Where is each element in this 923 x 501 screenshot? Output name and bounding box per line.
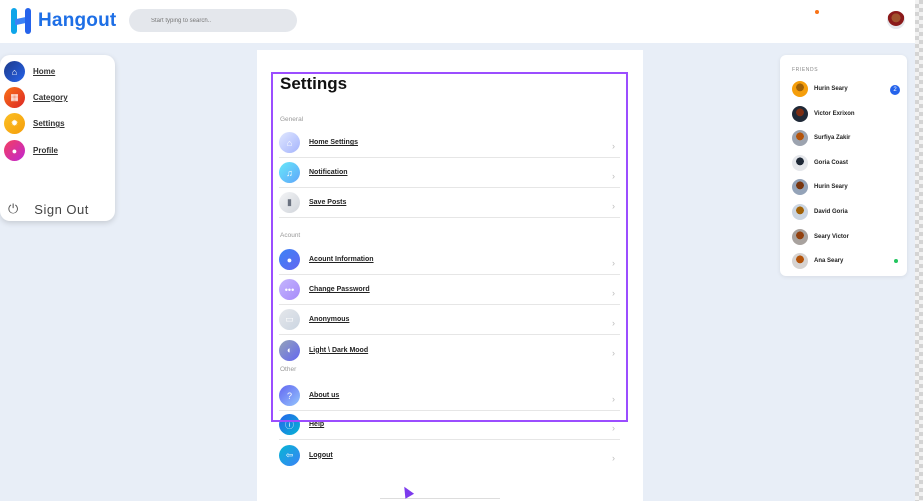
row-label: Help	[309, 421, 325, 428]
row-label: Notification	[309, 169, 348, 176]
nav-item-label: Category	[33, 93, 68, 102]
section-label-general: General	[280, 116, 304, 123]
friends-title: FRIENDS	[792, 67, 819, 73]
settings-card: Settings General ⌂ Home Settings › ♫ Not…	[257, 50, 643, 501]
page-title: Settings	[280, 74, 348, 93]
online-status-dot	[894, 259, 898, 263]
nav-item-label: Home	[33, 67, 56, 76]
chevron-right-icon: ›	[612, 171, 615, 181]
settings-row-home-settings[interactable]: ⌂ Home Settings ›	[279, 128, 620, 158]
question-icon: ?	[279, 385, 300, 406]
home-icon: ⌂	[279, 132, 300, 153]
grid-icon: ▦	[4, 87, 25, 108]
chevron-right-icon: ›	[612, 258, 615, 268]
settings-row-about-us[interactable]: ? About us ›	[279, 381, 620, 411]
nav-item-profile[interactable]: ● Profile	[4, 140, 58, 161]
home-icon: ⌂	[4, 61, 25, 82]
friend-item[interactable]: Seary Victor	[792, 229, 900, 245]
gear-icon: ✹	[4, 113, 25, 134]
friend-item[interactable]: Ana Seary	[792, 253, 900, 269]
settings-row-anonymous[interactable]: ▭ Anonymous ›	[279, 305, 620, 335]
nav-item-label: Profile	[33, 146, 58, 155]
avatar	[792, 204, 808, 220]
settings-row-change-password[interactable]: ••• Change Password ›	[279, 275, 620, 305]
section-label-account: Acount	[280, 232, 301, 239]
friend-item[interactable]: David Goria	[792, 204, 900, 220]
avatar	[792, 253, 808, 269]
power-icon: ⏻	[8, 201, 19, 216]
settings-row-light-dark-mood[interactable]: ◐ Light \ Dark Mood ›	[279, 335, 620, 365]
user-icon: ●	[4, 140, 25, 161]
row-label: Acount Information	[309, 256, 374, 263]
transparent-edge	[915, 0, 923, 501]
row-label: Light \ Dark Mood	[309, 346, 369, 354]
nav-item-label: Settings	[33, 119, 65, 128]
settings-row-account-information[interactable]: ● Acount Information ›	[279, 245, 620, 275]
search-input[interactable]	[129, 9, 297, 32]
chevron-right-icon: ›	[612, 318, 615, 328]
settings-row-notification[interactable]: ♫ Notification ›	[279, 158, 620, 188]
nav-item-category[interactable]: ▦ Category	[4, 87, 68, 108]
friend-name: Hurin Seary	[814, 86, 848, 92]
friend-name: Hurin Seary	[814, 184, 848, 190]
app-logo[interactable]: Hangout	[10, 8, 116, 34]
chevron-right-icon: ›	[612, 141, 615, 151]
mask-icon: ▭	[279, 309, 300, 330]
settings-row-save-posts[interactable]: ▮ Save Posts ›	[279, 188, 620, 218]
settings-row-logout[interactable]: ⇦ Logout ›	[279, 440, 620, 470]
avatar	[792, 179, 808, 195]
settings-row-help[interactable]: ⓘ Help ›	[279, 410, 620, 440]
left-nav: ⌂ Home ▦ Category ✹ Settings ● Profile ⏻…	[0, 55, 115, 221]
nav-item-settings[interactable]: ✹ Settings	[4, 113, 65, 134]
chevron-right-icon: ›	[612, 394, 615, 404]
friend-item[interactable]: Hurin Seary	[792, 179, 900, 195]
row-label: About us	[309, 392, 340, 399]
user-avatar[interactable]	[887, 11, 905, 29]
friend-name: Surfiya Zakir	[814, 135, 851, 141]
avatar	[792, 81, 808, 97]
row-label: Home Settings	[309, 139, 359, 146]
user-icon: ●	[279, 249, 300, 270]
bookmark-icon: ▮	[279, 192, 300, 213]
friend-item[interactable]: Victor Exrixon	[792, 106, 900, 122]
friend-item[interactable]: Hurin Seary 2	[792, 81, 900, 97]
friend-name: Ana Seary	[814, 258, 844, 264]
app-name: Hangout	[38, 10, 117, 31]
avatar	[792, 155, 808, 171]
friend-item[interactable]: Goria Coast	[792, 155, 900, 171]
row-label: Save Posts	[309, 199, 347, 206]
friend-name: Victor Exrixon	[814, 111, 855, 117]
moon-icon: ◐	[279, 339, 300, 361]
avatar	[792, 106, 808, 122]
logout-icon: ⇦	[279, 444, 300, 466]
friend-name: Goria Coast	[814, 160, 849, 166]
nav-item-home[interactable]: ⌂ Home	[4, 61, 55, 82]
friend-name: Seary Victor	[814, 234, 849, 240]
help-icon: ⓘ	[279, 414, 300, 435]
divider	[380, 498, 500, 499]
sign-out-button[interactable]: ⏻ Sign Out	[8, 201, 89, 217]
avatar	[792, 229, 808, 245]
friend-name: David Goria	[814, 209, 848, 215]
bell-icon: ♫	[279, 162, 300, 183]
sign-out-label: Sign Out	[34, 201, 89, 217]
password-icon: •••	[279, 279, 300, 300]
chevron-right-icon: ›	[612, 348, 615, 358]
notification-dot[interactable]	[815, 10, 819, 14]
row-label: Anonymous	[309, 316, 350, 323]
chevron-right-icon: ›	[612, 453, 615, 463]
avatar	[792, 130, 808, 146]
chevron-right-icon: ›	[612, 288, 615, 298]
top-bar: Hangout	[0, 0, 923, 43]
chevron-right-icon: ›	[612, 201, 615, 211]
logo-icon	[10, 8, 32, 34]
section-label-other: Other	[280, 366, 297, 373]
row-label: Logout	[309, 451, 333, 459]
row-label: Change Password	[309, 286, 370, 293]
friends-panel: FRIENDS Hurin Seary 2 Victor Exrixon Sur…	[780, 55, 907, 276]
unread-badge: 2	[890, 85, 900, 95]
friend-item[interactable]: Surfiya Zakir	[792, 130, 900, 146]
chevron-right-icon: ›	[612, 423, 615, 433]
